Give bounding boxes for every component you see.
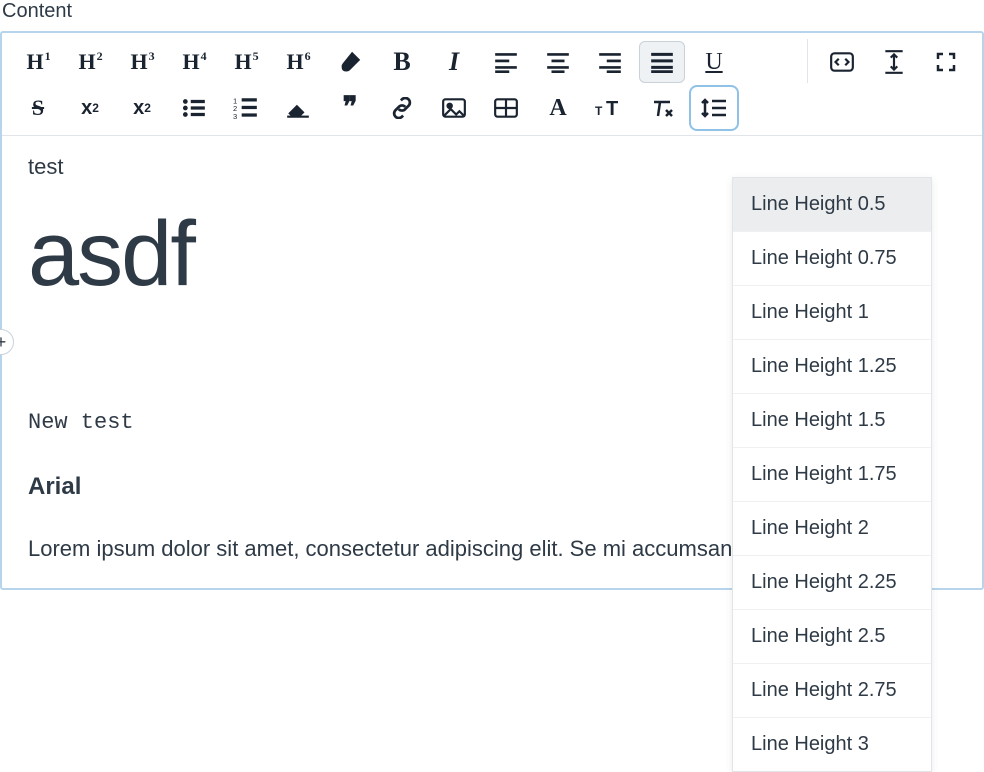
svg-text:3: 3	[233, 112, 237, 119]
line-height-option[interactable]: Line Height 3	[733, 718, 931, 771]
toolbar-row-2: S x2 x2 123 ❞ A TT	[12, 85, 972, 131]
line-height-option[interactable]: Line Height 2	[733, 502, 931, 556]
editor: H1 H2 H3 H4 H5 H6 B I U	[0, 31, 984, 590]
align-left-icon[interactable]	[483, 41, 529, 83]
line-height-option[interactable]: Line Height 1.5	[733, 394, 931, 448]
font-family-button[interactable]: A	[535, 87, 581, 129]
toolbar-row-1: H1 H2 H3 H4 H5 H6 B I U	[12, 39, 972, 85]
line-height-option[interactable]: Line Height 2.25	[733, 556, 931, 610]
superscript-button[interactable]: x2	[67, 87, 113, 129]
line-height-option[interactable]: Line Height 0.75	[733, 232, 931, 286]
code-view-icon[interactable]	[819, 41, 865, 83]
align-justify-icon[interactable]	[639, 41, 685, 83]
line-height-option[interactable]: Line Height 1.25	[733, 340, 931, 394]
table-icon[interactable]	[483, 87, 529, 129]
quote-icon[interactable]: ❞	[327, 87, 373, 129]
separator	[807, 39, 808, 83]
heading1-button[interactable]: H1	[15, 41, 61, 83]
line-height-option[interactable]: Line Height 1.75	[733, 448, 931, 502]
heading3-index: 3	[149, 49, 155, 64]
clear-format-icon[interactable]	[639, 87, 685, 129]
link-icon[interactable]	[379, 87, 425, 129]
heading5-index: 5	[253, 49, 259, 64]
font-size-icon[interactable]: TT	[587, 87, 633, 129]
vertical-expand-icon[interactable]	[871, 41, 917, 83]
heading4-button[interactable]: H4	[171, 41, 217, 83]
heading2-button[interactable]: H2	[67, 41, 113, 83]
image-icon[interactable]	[431, 87, 477, 129]
line-height-option[interactable]: Line Height 2.75	[733, 664, 931, 718]
bullet-list-icon[interactable]	[171, 87, 217, 129]
subscript-button[interactable]: x2	[119, 87, 165, 129]
line-height-option[interactable]: Line Height 1	[733, 286, 931, 340]
field-label: Content	[0, 0, 984, 27]
bold-button[interactable]: B	[379, 41, 425, 83]
strikethrough-button[interactable]: S	[15, 87, 61, 129]
heading3-button[interactable]: H3	[119, 41, 165, 83]
ordered-list-icon[interactable]: 123	[223, 87, 269, 129]
underline-button[interactable]: U	[691, 41, 737, 83]
heading6-button[interactable]: H6	[275, 41, 321, 83]
italic-button[interactable]: I	[431, 41, 477, 83]
line-height-option[interactable]: Line Height 2.5	[733, 610, 931, 664]
align-right-icon[interactable]	[587, 41, 633, 83]
heading6-index: 6	[305, 49, 311, 64]
heading1-index: 1	[45, 49, 51, 64]
heading5-button[interactable]: H5	[223, 41, 269, 83]
eraser-icon[interactable]	[275, 87, 321, 129]
toolbar: H1 H2 H3 H4 H5 H6 B I U	[2, 33, 982, 136]
align-center-icon[interactable]	[535, 41, 581, 83]
line-height-dropdown: Line Height 0.5 Line Height 0.75 Line He…	[732, 177, 932, 772]
svg-text:T: T	[595, 104, 603, 118]
line-height-option[interactable]: Line Height 0.5	[733, 178, 931, 232]
brush-icon[interactable]	[327, 41, 373, 83]
fullscreen-icon[interactable]	[923, 41, 969, 83]
line-height-button[interactable]	[691, 87, 737, 129]
heading4-index: 4	[201, 49, 207, 64]
heading2-index: 2	[97, 49, 103, 64]
svg-text:T: T	[606, 98, 618, 119]
